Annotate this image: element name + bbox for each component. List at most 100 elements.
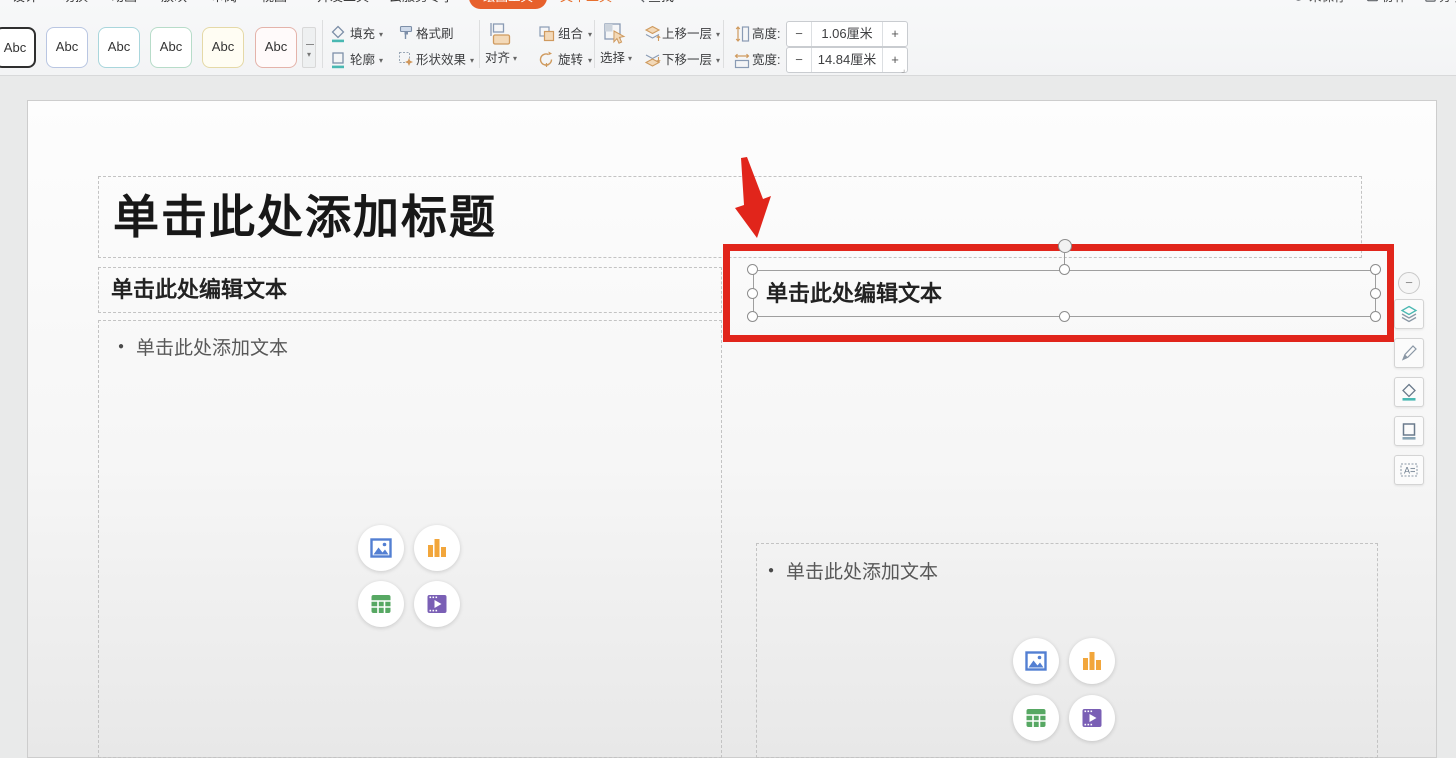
right-body-bullet: ● 单击此处添加文本 <box>768 557 938 584</box>
align-button[interactable]: 对齐 <box>485 49 510 67</box>
send-backward-icon <box>644 51 661 68</box>
height-spinner: − 1.06厘米 + <box>786 21 908 47</box>
rotate-dropdown-caret[interactable]: ▾ <box>588 52 592 70</box>
insert-video-button[interactable] <box>1069 695 1115 741</box>
width-decrease-button[interactable]: − <box>787 48 812 72</box>
group-icon <box>538 25 555 42</box>
picture-icon <box>1024 649 1048 673</box>
left-body-bullet: ● 单击此处添加文本 <box>118 333 288 360</box>
height-decrease-button[interactable]: − <box>787 22 812 46</box>
resize-handle-top-left[interactable] <box>747 264 758 275</box>
menu-tab-slideshow[interactable]: 放映 <box>161 0 187 10</box>
outline-button[interactable]: 轮廓 <box>350 51 375 69</box>
shape-style-swatch[interactable]: Abc <box>150 27 192 68</box>
bring-forward-icon <box>644 25 661 42</box>
menu-tab-view[interactable]: 视图 <box>261 0 287 10</box>
chart-icon <box>425 536 449 560</box>
brush-button[interactable] <box>1394 338 1424 368</box>
save-status: 未保存 <box>1309 0 1347 10</box>
menu-tab-transition[interactable]: 切换 <box>62 0 88 10</box>
resize-handle-bottom-middle[interactable] <box>1059 311 1070 322</box>
menu-tab-cloud[interactable]: 云服务专享 <box>389 0 454 10</box>
collaborate-button[interactable]: 协作 <box>1382 0 1407 10</box>
textbox-style-icon: A <box>1399 460 1419 480</box>
insert-picture-button[interactable] <box>1013 638 1059 684</box>
shape-style-swatch[interactable]: Abc <box>255 27 297 68</box>
bring-forward-button[interactable]: 上移一层 <box>662 25 712 43</box>
fill-color-button[interactable] <box>1394 377 1424 407</box>
fill-icon <box>330 25 346 43</box>
bring-forward-dropdown-caret[interactable]: ▾ <box>716 26 720 44</box>
gallery-more-button[interactable]: ▾ <box>302 27 316 68</box>
tab-text-tools[interactable]: 文本工具 <box>560 0 612 10</box>
separator <box>594 20 595 68</box>
bullet-icon: ● <box>768 565 774 576</box>
insert-video-button[interactable] <box>414 581 460 627</box>
height-value[interactable]: 1.06厘米 <box>812 22 882 46</box>
resize-handle-middle-right[interactable] <box>1370 288 1381 299</box>
sync-icon <box>1292 0 1305 3</box>
rotation-handle[interactable] <box>1058 239 1072 253</box>
width-spinner: − 14.84厘米 + <box>786 47 908 73</box>
shape-effects-button[interactable]: 形状效果 <box>416 51 466 69</box>
menu-tab-animation[interactable]: 动画 <box>111 0 137 10</box>
chart-icon <box>1080 649 1104 673</box>
fill-dropdown-caret[interactable]: ▾ <box>379 26 383 44</box>
layers-button[interactable] <box>1394 299 1424 329</box>
side-toolbar-collapse-button[interactable]: − <box>1398 272 1420 294</box>
left-text-placeholder[interactable]: 单击此处编辑文本 <box>98 267 722 313</box>
outline-dropdown-caret[interactable]: ▾ <box>379 52 383 70</box>
dialog-launcher-icon[interactable]: ⌟ <box>901 64 905 75</box>
menu-tab-design[interactable]: 设计 <box>12 0 38 10</box>
fill-button[interactable]: 填充 <box>350 25 375 43</box>
video-icon <box>425 592 449 616</box>
menu-tab-devtools[interactable]: 开发工具 <box>317 0 369 10</box>
insert-table-button[interactable] <box>1013 695 1059 741</box>
resize-handle-top-middle[interactable] <box>1059 264 1070 275</box>
resize-handle-top-right[interactable] <box>1370 264 1381 275</box>
layers-icon <box>1399 304 1419 324</box>
outline-color-icon <box>1399 421 1419 441</box>
find-button[interactable]: 查找 <box>648 0 674 10</box>
select-icon <box>602 21 628 47</box>
textbox-style-button[interactable]: A <box>1394 455 1424 485</box>
resize-handle-bottom-right[interactable] <box>1370 311 1381 322</box>
share-icon <box>1424 0 1437 3</box>
group-button[interactable]: 组合 <box>558 25 583 43</box>
insert-table-button[interactable] <box>358 581 404 627</box>
height-increase-button[interactable]: + <box>882 22 907 46</box>
send-backward-dropdown-caret[interactable]: ▾ <box>716 52 720 70</box>
align-dropdown-caret[interactable]: ▾ <box>513 50 517 68</box>
left-content-placeholder[interactable] <box>98 320 722 758</box>
tab-drawing-tools[interactable]: 绘图工具 <box>469 0 547 9</box>
outline-color-button[interactable] <box>1394 416 1424 446</box>
table-icon <box>1024 706 1048 730</box>
shape-effects-dropdown-caret[interactable]: ▾ <box>470 52 474 70</box>
insert-picture-button[interactable] <box>358 525 404 571</box>
insert-chart-button[interactable] <box>414 525 460 571</box>
separator <box>479 20 480 68</box>
resize-handle-bottom-left[interactable] <box>747 311 758 322</box>
separator <box>723 20 724 68</box>
select-button[interactable]: 选择 <box>600 49 625 67</box>
format-painter-button[interactable]: 格式刷 <box>416 25 454 43</box>
left-text-placeholder-text: 单击此处编辑文本 <box>99 268 721 312</box>
insert-chart-button[interactable] <box>1069 638 1115 684</box>
shape-style-swatch[interactable]: Abc <box>98 27 140 68</box>
selected-textbox[interactable]: 单击此处编辑文本 <box>753 270 1376 317</box>
width-value[interactable]: 14.84厘米 <box>812 48 882 72</box>
select-dropdown-caret[interactable]: ▾ <box>628 50 632 68</box>
outline-icon <box>330 51 346 69</box>
shape-style-swatch[interactable]: Abc <box>0 27 36 68</box>
rotate-button[interactable]: 旋转 <box>558 51 583 69</box>
shape-style-swatch[interactable]: Abc <box>202 27 244 68</box>
menu-tab-review[interactable]: 审阅 <box>211 0 237 10</box>
send-backward-button[interactable]: 下移一层 <box>662 51 712 69</box>
group-dropdown-caret[interactable]: ▾ <box>588 26 592 44</box>
svg-text:A: A <box>1404 466 1410 476</box>
shape-style-swatch[interactable]: Abc <box>46 27 88 68</box>
fill-color-icon <box>1399 382 1419 402</box>
height-icon <box>734 25 750 43</box>
share-button[interactable]: 分享 <box>1439 0 1456 10</box>
resize-handle-middle-left[interactable] <box>747 288 758 299</box>
